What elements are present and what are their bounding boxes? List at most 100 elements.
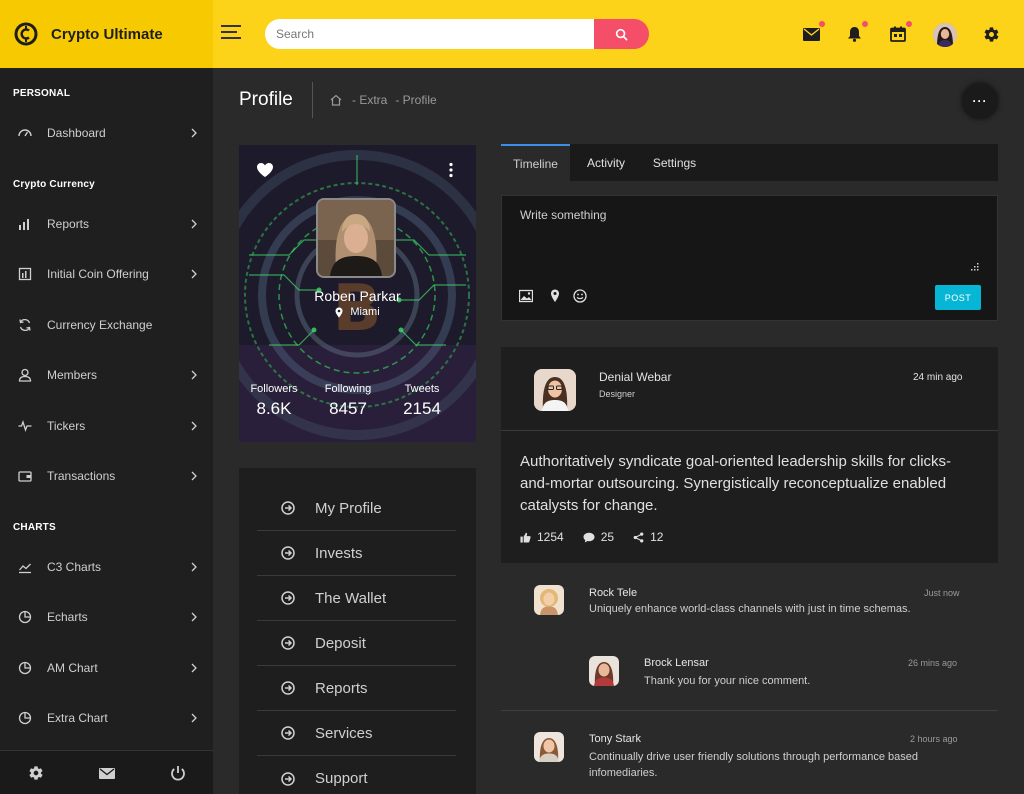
stat-value: 2154 (403, 399, 441, 418)
sidebar-item-label: Echarts (47, 610, 88, 624)
resize-grip-icon[interactable] (971, 263, 979, 271)
kebab-menu-icon[interactable] (448, 162, 454, 178)
menu-item-reports[interactable]: Reports (257, 666, 456, 711)
stat-following[interactable]: Following 8457 (308, 383, 388, 419)
post-textarea[interactable] (502, 196, 997, 276)
comment-text: Thank you for your nice comment. (644, 675, 811, 687)
share-button[interactable]: 12 (633, 530, 663, 544)
sidebar-item-transactions[interactable]: Transactions (0, 459, 213, 493)
tab-timeline[interactable]: Timeline (501, 144, 570, 181)
profile-photo (318, 200, 394, 276)
settings-button[interactable] (980, 23, 1002, 45)
sidebar-item-c3-charts[interactable]: C3 Charts (0, 550, 213, 584)
sidebar-item-am-chart[interactable]: AM Chart (0, 651, 213, 685)
profile-card: B Roben Parkar Miami Followers 8.6K Foll… (239, 145, 476, 442)
sidebar-item-echarts[interactable]: Echarts (0, 600, 213, 634)
sidebar-footer (0, 750, 213, 794)
pie-chart-icon (18, 610, 32, 624)
post-author-photo (534, 369, 576, 411)
brand[interactable]: Crypto Ultimate (0, 0, 213, 68)
gear-icon (984, 26, 998, 42)
thumbs-up-icon (520, 532, 531, 543)
comment-author-name[interactable]: Tony Stark (589, 733, 641, 745)
calendar-badge (906, 21, 912, 27)
chevron-right-icon (191, 713, 197, 723)
comment-author-name[interactable]: Brock Lensar (644, 657, 709, 669)
menu-item-label: The Wallet (315, 589, 387, 607)
home-icon[interactable] (330, 94, 342, 106)
location-pin-icon (335, 307, 343, 317)
menu-item-the-wallet[interactable]: The Wallet (257, 576, 456, 621)
brand-name: Crypto Ultimate (51, 25, 163, 43)
sidebar-item-label: Transactions (47, 469, 116, 483)
calendar-icon (890, 26, 906, 42)
comment-avatar[interactable] (534, 732, 564, 762)
location-pin-icon[interactable] (548, 289, 562, 303)
post-text: Authoritatively syndicate goal-oriented … (520, 453, 952, 514)
comment-text: Uniquely enhance world-class channels wi… (589, 603, 911, 615)
notifications-button[interactable] (843, 21, 868, 45)
tab-settings[interactable]: Settings (642, 144, 707, 181)
menu-item-my-profile[interactable]: My Profile (257, 486, 456, 531)
sidebar-item-currency-exchange[interactable]: Currency Exchange (0, 308, 213, 342)
profile-tabs: Timeline Activity Settings (501, 144, 998, 181)
sidebar-item-extra-chart[interactable]: Extra Chart (0, 701, 213, 735)
comment-time: Just now (924, 588, 960, 598)
sidebar-item-label: Currency Exchange (47, 318, 153, 332)
pie-chart-icon (18, 711, 32, 725)
comment-time: 2 hours ago (910, 734, 958, 744)
brand-logo-icon (14, 22, 38, 46)
sidebar-section-personal: PERSONAL (13, 88, 71, 99)
chevron-right-icon (191, 128, 197, 138)
chevron-right-icon (191, 370, 197, 380)
comment-count: 25 (600, 530, 615, 544)
breadcrumb-extra[interactable]: - Extra (352, 93, 387, 107)
menu-item-label: Support (315, 770, 368, 787)
arrow-circle-right-icon (281, 681, 295, 695)
post-author-avatar[interactable] (534, 369, 576, 411)
image-icon[interactable] (519, 289, 533, 303)
stat-tweets[interactable]: Tweets 2154 (382, 383, 462, 419)
mail-button[interactable] (800, 21, 825, 45)
search-button[interactable] (594, 19, 649, 49)
chevron-right-icon (191, 219, 197, 229)
sidebar-item-initial-coin-offering[interactable]: Initial Coin Offering (0, 257, 213, 291)
stat-label: Tweets (404, 383, 440, 395)
like-button[interactable]: 1254 (520, 530, 564, 544)
comment-icon (583, 532, 595, 542)
user-avatar[interactable] (933, 23, 957, 47)
mail-icon[interactable] (99, 765, 115, 781)
sidebar-item-reports[interactable]: Reports (0, 207, 213, 241)
more-options-button[interactable]: ··· (962, 83, 998, 119)
heart-icon[interactable] (256, 162, 274, 178)
sidebar-item-tickers[interactable]: Tickers (0, 409, 213, 443)
menu-item-support[interactable]: Support (257, 756, 456, 794)
calendar-button[interactable] (887, 21, 912, 45)
power-icon[interactable] (170, 765, 186, 781)
stat-followers[interactable]: Followers 8.6K (239, 383, 314, 419)
like-count: 1254 (537, 530, 564, 544)
menu-item-deposit[interactable]: Deposit (257, 621, 456, 666)
comment-time: 26 mins ago (908, 658, 958, 668)
search-input[interactable] (265, 19, 594, 49)
sidebar-item-members[interactable]: Members (0, 358, 213, 392)
comment-avatar[interactable] (534, 585, 564, 615)
tab-activity[interactable]: Activity (574, 144, 638, 181)
comment-avatar[interactable] (589, 656, 619, 686)
menu-toggle-icon[interactable] (221, 25, 241, 43)
sidebar-item-dashboard[interactable]: Dashboard (0, 116, 213, 150)
comment-author-name[interactable]: Rock Tele (589, 587, 637, 599)
menu-item-invests[interactable]: Invests (257, 531, 456, 576)
emoji-icon[interactable] (573, 289, 587, 303)
title-divider (312, 82, 313, 118)
stat-label: Followers (250, 383, 298, 395)
search-bar (265, 19, 649, 49)
menu-item-services[interactable]: Services (257, 711, 456, 756)
wallet-icon (18, 471, 32, 482)
post-button[interactable]: POST (935, 285, 981, 310)
user-icon (18, 368, 32, 382)
sidebar-item-label: Members (47, 368, 98, 382)
settings-gear-icon[interactable] (28, 765, 44, 781)
comment-button[interactable]: 25 (583, 530, 614, 544)
post-author-name[interactable]: Denial Webar (599, 370, 671, 384)
